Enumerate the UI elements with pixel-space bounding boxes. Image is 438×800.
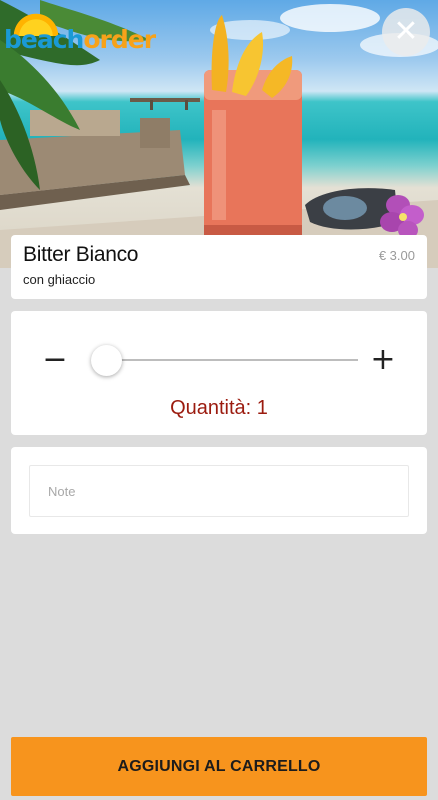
plus-icon: + bbox=[370, 342, 396, 377]
minus-icon: − bbox=[42, 342, 68, 377]
quantity-label: Quantità: 1 bbox=[170, 397, 268, 419]
close-button[interactable]: ✕ bbox=[382, 8, 430, 56]
close-icon: ✕ bbox=[393, 14, 419, 49]
product-info-card: Bitter Bianco € 3.00 con ghiaccio bbox=[11, 235, 427, 299]
product-description: con ghiaccio bbox=[23, 272, 96, 287]
increase-quantity-button[interactable]: + bbox=[368, 345, 398, 375]
product-price: € 3.00 bbox=[378, 248, 415, 263]
note-input[interactable] bbox=[29, 465, 409, 517]
logo-text-order: order bbox=[83, 24, 156, 54]
decrease-quantity-button[interactable]: − bbox=[40, 345, 70, 375]
add-to-cart-button[interactable]: AGGIUNGI AL CARRELLO bbox=[11, 737, 427, 796]
quantity-card: − + Quantità: 1 bbox=[11, 311, 427, 435]
brand-logo: beachorder bbox=[4, 10, 156, 54]
logo-text-beach: beach bbox=[4, 24, 84, 54]
quantity-slider[interactable] bbox=[94, 359, 358, 361]
note-card bbox=[11, 447, 427, 534]
product-name: Bitter Bianco bbox=[23, 243, 139, 266]
quantity-slider-thumb[interactable] bbox=[91, 345, 122, 376]
product-image: beachorder ✕ bbox=[0, 0, 438, 268]
